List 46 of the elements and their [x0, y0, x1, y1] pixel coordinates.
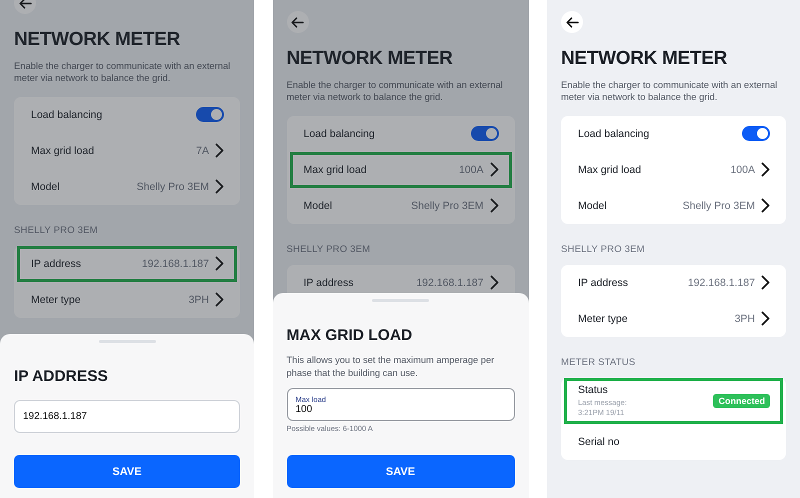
row-label: Serial no — [578, 436, 620, 448]
row-label: Model — [31, 180, 61, 193]
section-header: SHELLY PRO 3EM — [14, 224, 99, 236]
row-value: Shelly Pro 3EM — [411, 200, 484, 212]
input-field[interactable]: 192.168.1.187 — [14, 400, 240, 433]
page-title: NETWORK METER — [286, 48, 454, 70]
row-value: Shelly Pro 3EM — [136, 180, 209, 193]
row-value: 3PH — [734, 312, 755, 325]
row-value: 3PH — [188, 294, 209, 306]
section-header: SHELLY PRO 3EM — [561, 244, 646, 255]
section-header: SHELLY PRO 3EM — [286, 244, 372, 255]
row-label: Model — [304, 200, 334, 212]
row-label: Meter type — [578, 312, 629, 325]
row-label: IP address — [31, 258, 82, 270]
row-value: 7A — [196, 144, 209, 157]
row-label: Load balancing — [304, 128, 376, 140]
sheet-title: MAX GRID LOAD — [286, 327, 414, 345]
row-value: 100A — [458, 164, 484, 176]
row-label: Max grid load — [31, 144, 96, 157]
page-title: NETWORK METER — [14, 29, 182, 51]
row-label: Meter type — [31, 294, 82, 306]
row-value: 192.168.1.187 — [688, 276, 755, 289]
row-value: 100A — [730, 164, 755, 176]
page-description: Enable the charger to communicate with an external meter via network to balance the grid. — [286, 79, 504, 104]
row-label: Load balancing — [31, 108, 104, 121]
highlighted-settings-row[interactable]: IP address 192.168.1.187 — [17, 246, 237, 282]
page-description: Enable the charger to communicate with an external meter via network to balance the grid. — [561, 79, 778, 104]
row-label: Model — [578, 200, 608, 212]
row-label: Max grid load — [578, 164, 642, 176]
row-label: IP address — [578, 276, 630, 289]
highlighted-settings-row[interactable]: Max grid load 100A — [290, 152, 512, 188]
row-value: 192.168.1.187 — [142, 258, 209, 270]
status-badge: Connected — [713, 394, 770, 408]
page-title: NETWORK METER — [561, 48, 728, 70]
row-label: Load balancing — [578, 128, 650, 140]
save-button[interactable]: SAVE — [14, 455, 240, 488]
section-header: METER STATUS — [561, 356, 636, 368]
row-label: Max grid load — [304, 164, 368, 176]
page-description: Enable the charger to communicate with an external meter via network to balance the grid. — [14, 60, 232, 85]
row-value: Shelly Pro 3EM — [682, 200, 755, 212]
sheet-description: This allows you to set the maximum amperage per phase that the building can use. — [286, 354, 496, 379]
row-label: Status — [578, 384, 609, 396]
sheet-title: IP ADDRESS — [14, 368, 109, 386]
row-value: 192.168.1.187 — [416, 276, 484, 289]
save-button[interactable]: SAVE — [286, 455, 514, 488]
row-label: IP address — [304, 276, 355, 289]
